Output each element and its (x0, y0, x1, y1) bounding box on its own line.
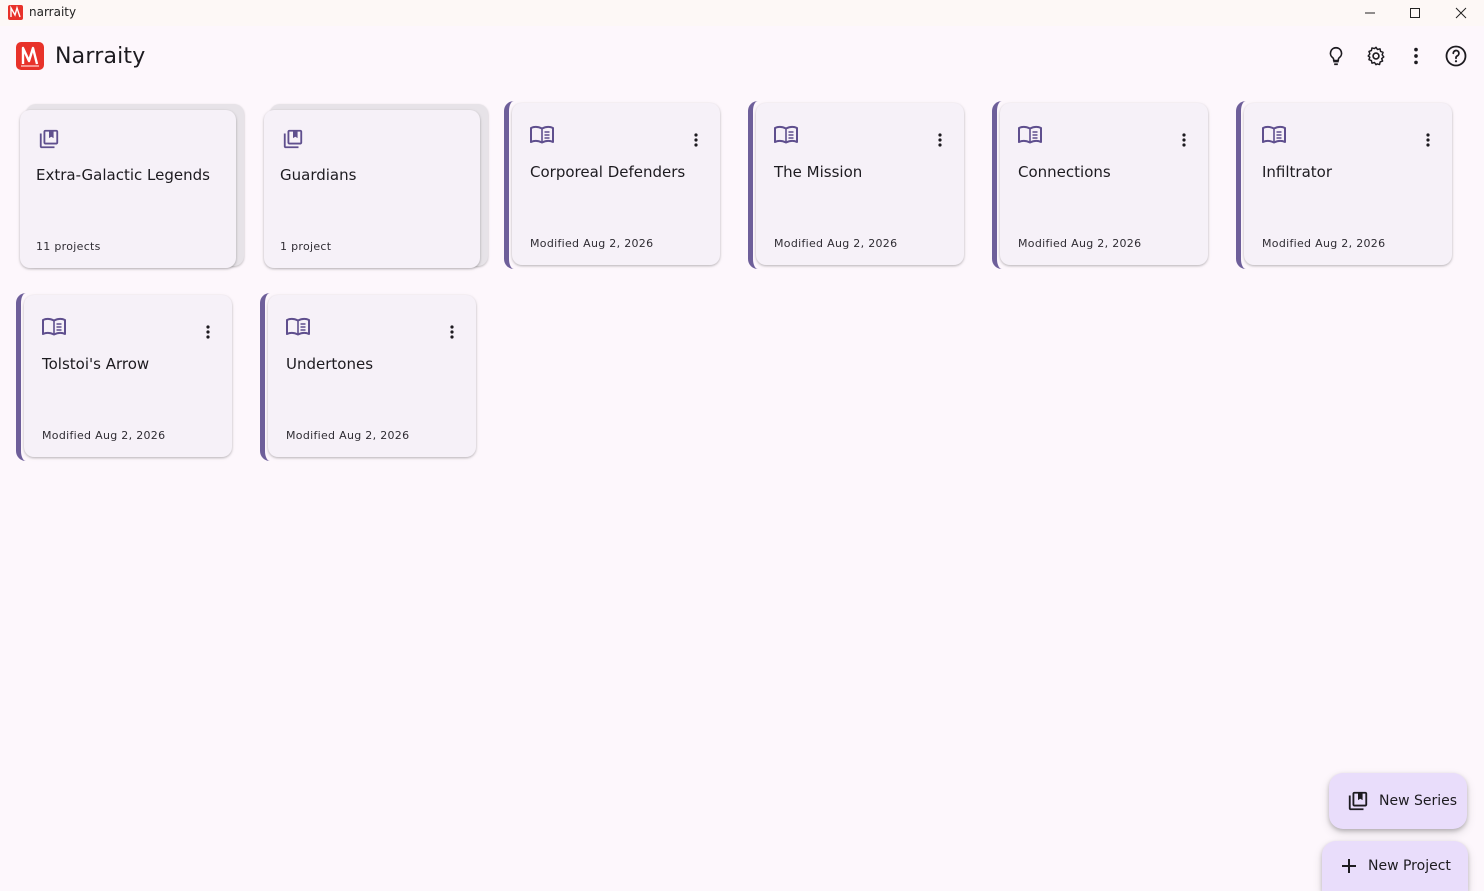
series-card[interactable]: Guardians 1 project (264, 104, 488, 270)
project-modified-date: Modified Aug 2, 2026 (1262, 237, 1386, 250)
series-project-count: 1 project (280, 240, 332, 253)
library-books-icon (282, 128, 304, 150)
project-card[interactable]: Tolstoi's Arrow Modified Aug 2, 2026 (16, 293, 232, 461)
brand-text: Narraity (55, 44, 146, 69)
close-button[interactable] (1438, 0, 1484, 26)
card-menu-button[interactable] (442, 323, 462, 343)
narraity-logo-icon (16, 42, 44, 70)
project-card[interactable]: Undertones Modified Aug 2, 2026 (260, 293, 476, 461)
more-vert-icon (694, 132, 698, 151)
card-menu-button[interactable] (198, 323, 218, 343)
card-menu-button[interactable] (930, 131, 950, 151)
open-book-icon (1018, 125, 1042, 145)
settings-button[interactable] (1362, 42, 1390, 70)
app-bar: Narraity (0, 26, 1484, 88)
card-menu-button[interactable] (1174, 131, 1194, 151)
project-modified-date: Modified Aug 2, 2026 (1018, 237, 1142, 250)
new-project-button[interactable]: New Project (1322, 841, 1468, 891)
open-book-icon (286, 317, 310, 337)
project-title: Corporeal Defenders (530, 163, 686, 181)
settings-gear-icon (1365, 45, 1387, 67)
project-card[interactable]: Corporeal Defenders Modified Aug 2, 2026 (504, 101, 720, 269)
new-series-button[interactable]: New Series (1329, 773, 1467, 829)
window-titlebar: narraity (0, 0, 1484, 26)
project-title: Connections (1018, 163, 1111, 181)
card-menu-button[interactable] (686, 131, 706, 151)
more-vert-icon (450, 324, 454, 343)
maximize-button[interactable] (1392, 0, 1438, 26)
minimize-icon (1364, 7, 1376, 19)
project-modified-date: Modified Aug 2, 2026 (286, 429, 410, 442)
project-card[interactable]: The Mission Modified Aug 2, 2026 (748, 101, 964, 269)
add-icon (1340, 857, 1358, 875)
series-project-count: 11 projects (36, 240, 101, 253)
open-book-icon (774, 125, 798, 145)
series-title: Guardians (280, 166, 357, 184)
project-modified-date: Modified Aug 2, 2026 (774, 237, 898, 250)
lightbulb-icon (1325, 45, 1347, 67)
open-book-icon (42, 317, 66, 337)
library-add-icon (1347, 790, 1369, 812)
more-vert-icon (206, 324, 210, 343)
help-button[interactable] (1442, 42, 1470, 70)
project-modified-date: Modified Aug 2, 2026 (530, 237, 654, 250)
more-vert-icon (1426, 132, 1430, 151)
help-icon (1444, 44, 1468, 68)
project-card[interactable]: Infiltrator Modified Aug 2, 2026 (1236, 101, 1452, 269)
series-title: Extra-Galactic Legends (36, 166, 210, 184)
app-brand-name: Narraity (55, 44, 145, 69)
project-title: Infiltrator (1262, 163, 1333, 181)
minimize-button[interactable] (1347, 0, 1393, 26)
open-book-icon (1262, 125, 1286, 145)
window-title: narraity (29, 5, 77, 19)
card-menu-button[interactable] (1418, 131, 1438, 151)
more-vert-icon (1182, 132, 1186, 151)
project-title: The Mission (774, 163, 863, 181)
open-book-icon (530, 125, 554, 145)
project-title: Tolstoi's Arrow (42, 355, 150, 373)
more-vert-icon (938, 132, 942, 151)
ideas-button[interactable] (1322, 42, 1350, 70)
series-card[interactable]: Extra-Galactic Legends 11 projects (20, 104, 244, 270)
project-card[interactable]: Connections Modified Aug 2, 2026 (992, 101, 1208, 269)
more-vert-icon (1405, 45, 1427, 67)
project-title: Undertones (286, 355, 374, 373)
app-logo-small-icon (8, 5, 23, 20)
more-options-button[interactable] (1402, 42, 1430, 70)
library-books-icon (38, 128, 60, 150)
close-icon (1455, 7, 1467, 19)
maximize-icon (1409, 7, 1421, 19)
new-series-label: New Series (1379, 793, 1458, 809)
project-modified-date: Modified Aug 2, 2026 (42, 429, 166, 442)
new-project-label: New Project (1368, 858, 1451, 874)
